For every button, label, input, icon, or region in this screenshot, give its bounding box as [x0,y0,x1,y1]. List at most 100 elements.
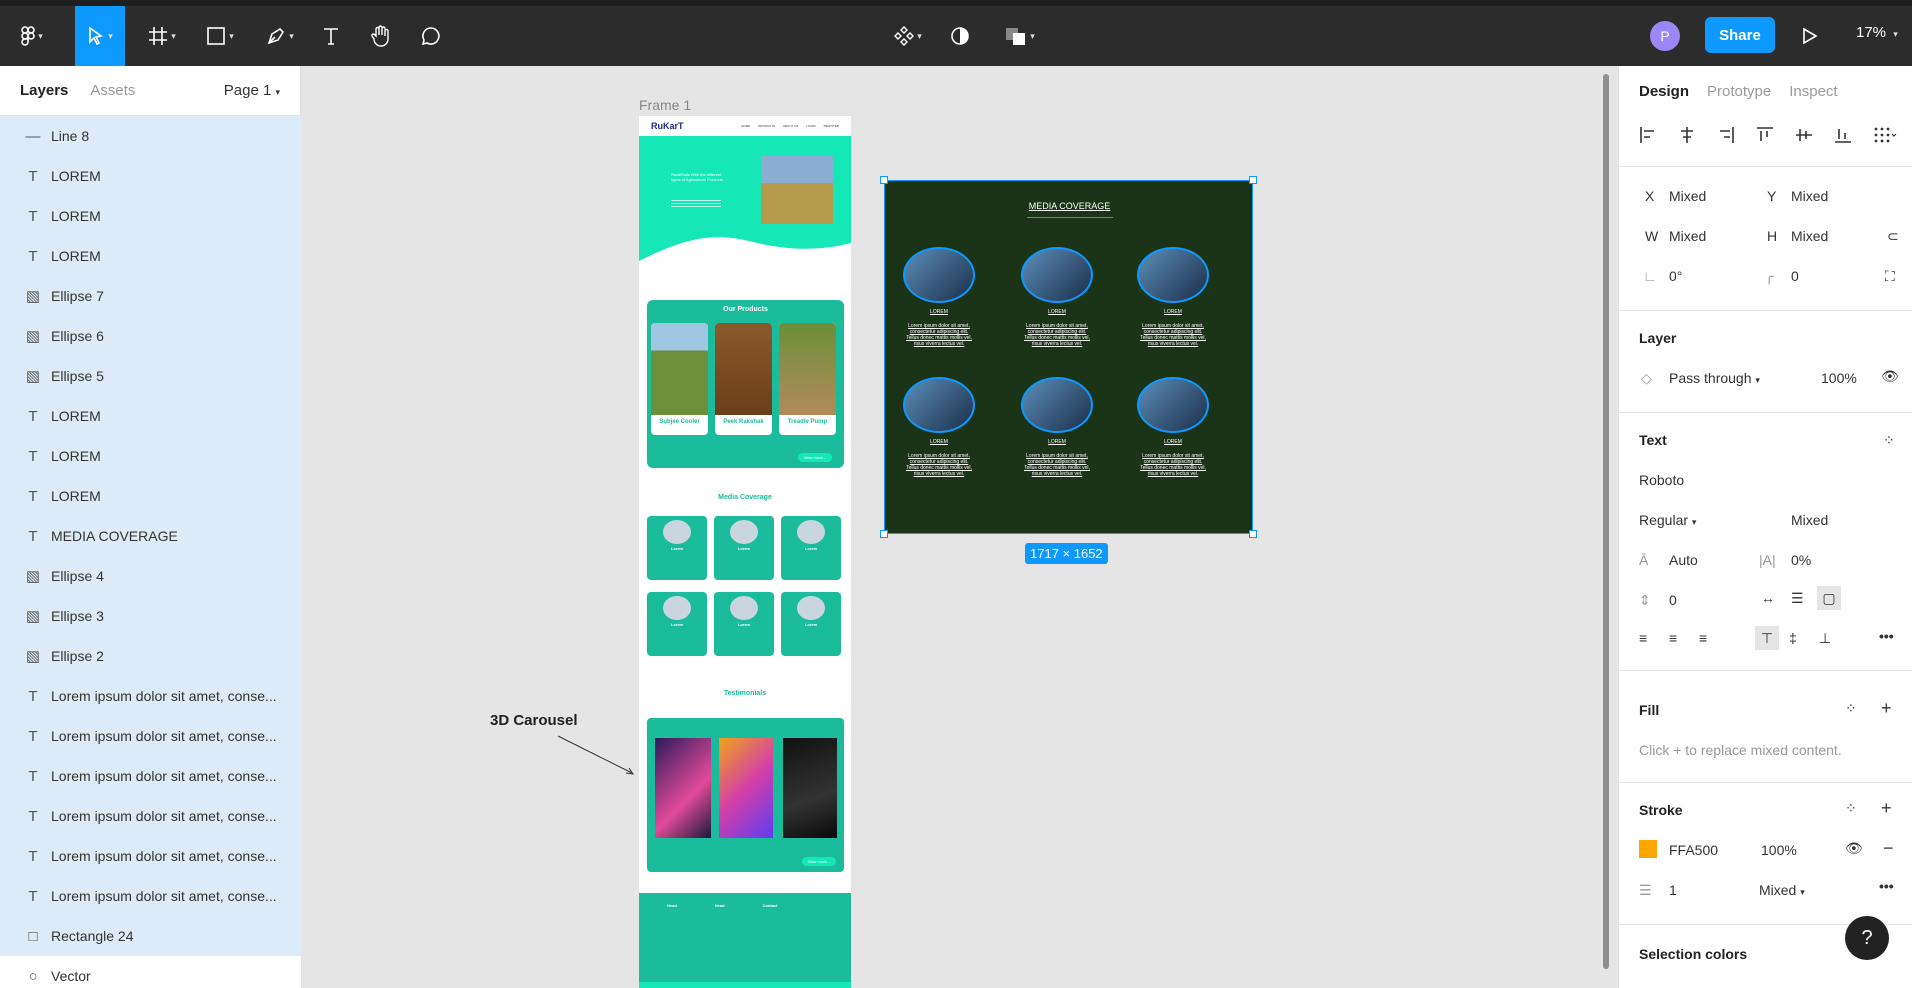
media-item[interactable]: LOREM Lorem ipsum dolor sit amet, consect… [1131,247,1215,347]
stroke-opacity-value[interactable]: 100% [1761,842,1797,858]
h-field[interactable]: Mixed [1791,228,1828,244]
share-button[interactable]: Share [1705,17,1775,53]
layer-row[interactable]: T MEDIA COVERAGE [0,516,301,556]
layer-row[interactable]: ▧ Ellipse 4 [0,556,301,596]
auto-height-icon[interactable]: ☰ [1791,590,1804,607]
shape-tool-button[interactable]: ▾ [198,6,242,66]
more-stroke-options-icon[interactable]: ••• [1879,878,1894,894]
add-stroke-icon[interactable]: + [1881,798,1892,819]
layer-row[interactable]: ▧ Ellipse 7 [0,276,301,316]
layer-row[interactable]: T LOREM [0,236,301,276]
align-top-icon[interactable] [1756,126,1774,144]
add-fill-icon[interactable]: + [1881,698,1892,719]
site-nav-link[interactable]: PRODUCTS [758,124,775,128]
carousel-annotation[interactable]: 3D Carousel [490,712,578,729]
media-card[interactable]: Lorem [781,516,841,580]
text-styles-icon[interactable]: ⁘ [1883,432,1895,449]
independent-corners-icon[interactable]: ⛶ [1885,268,1895,285]
tab-layers[interactable]: Layers [20,82,68,99]
line-height-field[interactable]: Auto [1669,552,1698,568]
layer-row[interactable]: ▧ Ellipse 3 [0,596,301,636]
text-align-center-icon[interactable]: ≡ [1669,630,1677,646]
canvas-scrollbar[interactable] [1603,74,1609,969]
font-size-field[interactable]: Mixed [1791,512,1828,528]
align-right-icon[interactable] [1717,126,1735,144]
components-button[interactable]: ▾ [888,6,928,66]
align-center-v-icon[interactable] [1795,126,1813,144]
align-bottom-text-icon[interactable]: ⊥ [1819,630,1831,647]
font-family-select[interactable]: Roboto [1639,472,1684,488]
pen-tool-button[interactable]: ▾ [258,6,302,66]
layer-row[interactable]: T Lorem ipsum dolor sit amet, conse... [0,836,301,876]
media-card[interactable]: Lorem [647,516,707,580]
y-field[interactable]: Mixed [1791,188,1828,204]
media-card[interactable]: Lorem [647,592,707,656]
font-weight-select[interactable]: Regular ▾ [1639,512,1696,528]
tab-prototype[interactable]: Prototype [1707,83,1771,100]
radius-field[interactable]: 0 [1791,268,1799,284]
media-item[interactable]: LOREM Lorem ipsum dolor sit amet, consect… [1015,247,1099,347]
user-avatar[interactable]: P [1650,21,1680,51]
page-selector[interactable]: Page 1 ▾ [224,82,280,99]
layer-row[interactable]: T Lorem ipsum dolor sit amet, conse... [0,676,301,716]
stroke-color-swatch[interactable] [1639,840,1657,858]
help-button[interactable]: ? [1845,916,1889,960]
layer-row[interactable]: T Lorem ipsum dolor sit amet, conse... [0,796,301,836]
present-button[interactable] [1798,6,1822,66]
resize-handle-bottom-right[interactable] [1249,530,1257,538]
remove-stroke-icon[interactable]: − [1883,838,1894,859]
layer-row[interactable]: T LOREM [0,476,301,516]
zoom-level[interactable]: 17% ▾ [1856,24,1898,41]
layer-row[interactable]: — Line 8 [0,116,301,156]
hand-tool-button[interactable] [366,6,396,66]
fill-styles-icon[interactable]: ⁘ [1845,700,1857,717]
products-view-more-button[interactable]: View more... [797,453,832,462]
layer-row[interactable]: T LOREM [0,436,301,476]
media-item[interactable]: LOREM Lorem ipsum dolor sit amet, consect… [897,247,981,347]
distribute-icon[interactable] [1873,126,1897,144]
letter-spacing-field[interactable]: 0% [1791,552,1811,568]
auto-width-icon[interactable]: ↔ [1761,590,1775,606]
x-field[interactable]: Mixed [1669,188,1706,204]
frame-tool-button[interactable]: ▾ [140,6,184,66]
tab-inspect[interactable]: Inspect [1789,83,1837,100]
selected-media-frame[interactable]: MEDIA COVERAGE LOREM Lorem ipsum dolor si… [884,180,1253,534]
main-menu-button[interactable]: ▾ [12,6,52,66]
product-card[interactable]: Subjee Cooler [651,323,708,435]
media-item[interactable]: LOREM Lorem ipsum dolor sit amet, consect… [1015,377,1099,477]
tab-assets[interactable]: Assets [90,82,135,99]
site-nav-link[interactable]: HOME [741,124,750,128]
stroke-color-value[interactable]: FFA500 [1669,842,1718,858]
text-align-left-icon[interactable]: ≡ [1639,630,1647,646]
testimonials-view-more-button[interactable]: View more... [801,857,836,866]
site-nav-link[interactable]: LOGIN [806,124,815,128]
product-card[interactable]: Treadle Pump [779,323,836,435]
eye-icon[interactable]: 👁 [1881,368,1899,385]
layer-row[interactable]: ▧ Ellipse 5 [0,356,301,396]
site-nav-link[interactable]: REGISTER [824,124,839,128]
layer-opacity-field[interactable]: 100% [1821,370,1857,386]
layer-row[interactable]: ▧ Ellipse 2 [0,636,301,676]
frame-label[interactable]: Frame 1 [639,97,691,113]
stroke-styles-icon[interactable]: ⁘ [1845,800,1857,817]
media-card[interactable]: Lorem [781,592,841,656]
more-text-options-icon[interactable]: ••• [1879,628,1894,644]
constrain-proportions-icon[interactable]: ⊂ [1887,228,1899,245]
stroke-position-select[interactable]: Mixed ▾ [1759,882,1805,898]
boolean-button[interactable]: ▾ [998,6,1042,66]
layer-row[interactable]: T Lorem ipsum dolor sit amet, conse... [0,876,301,916]
fixed-size-icon[interactable]: ▢ [1817,586,1841,610]
layer-row[interactable]: T LOREM [0,196,301,236]
layer-row[interactable]: ▧ Ellipse 6 [0,316,301,356]
media-card[interactable]: Lorem [714,516,774,580]
rotation-field[interactable]: 0° [1669,268,1682,284]
resize-handle-top-right[interactable] [1249,176,1257,184]
align-left-icon[interactable] [1639,126,1657,144]
layer-row[interactable]: T Lorem ipsum dolor sit amet, conse... [0,716,301,756]
layer-row[interactable]: T LOREM [0,156,301,196]
tab-design[interactable]: Design [1639,83,1689,100]
text-tool-button[interactable] [316,6,346,66]
layer-row[interactable]: □ Rectangle 24 [0,916,301,956]
layer-row[interactable]: T LOREM [0,396,301,436]
align-middle-text-icon[interactable]: ‡ [1789,630,1797,646]
